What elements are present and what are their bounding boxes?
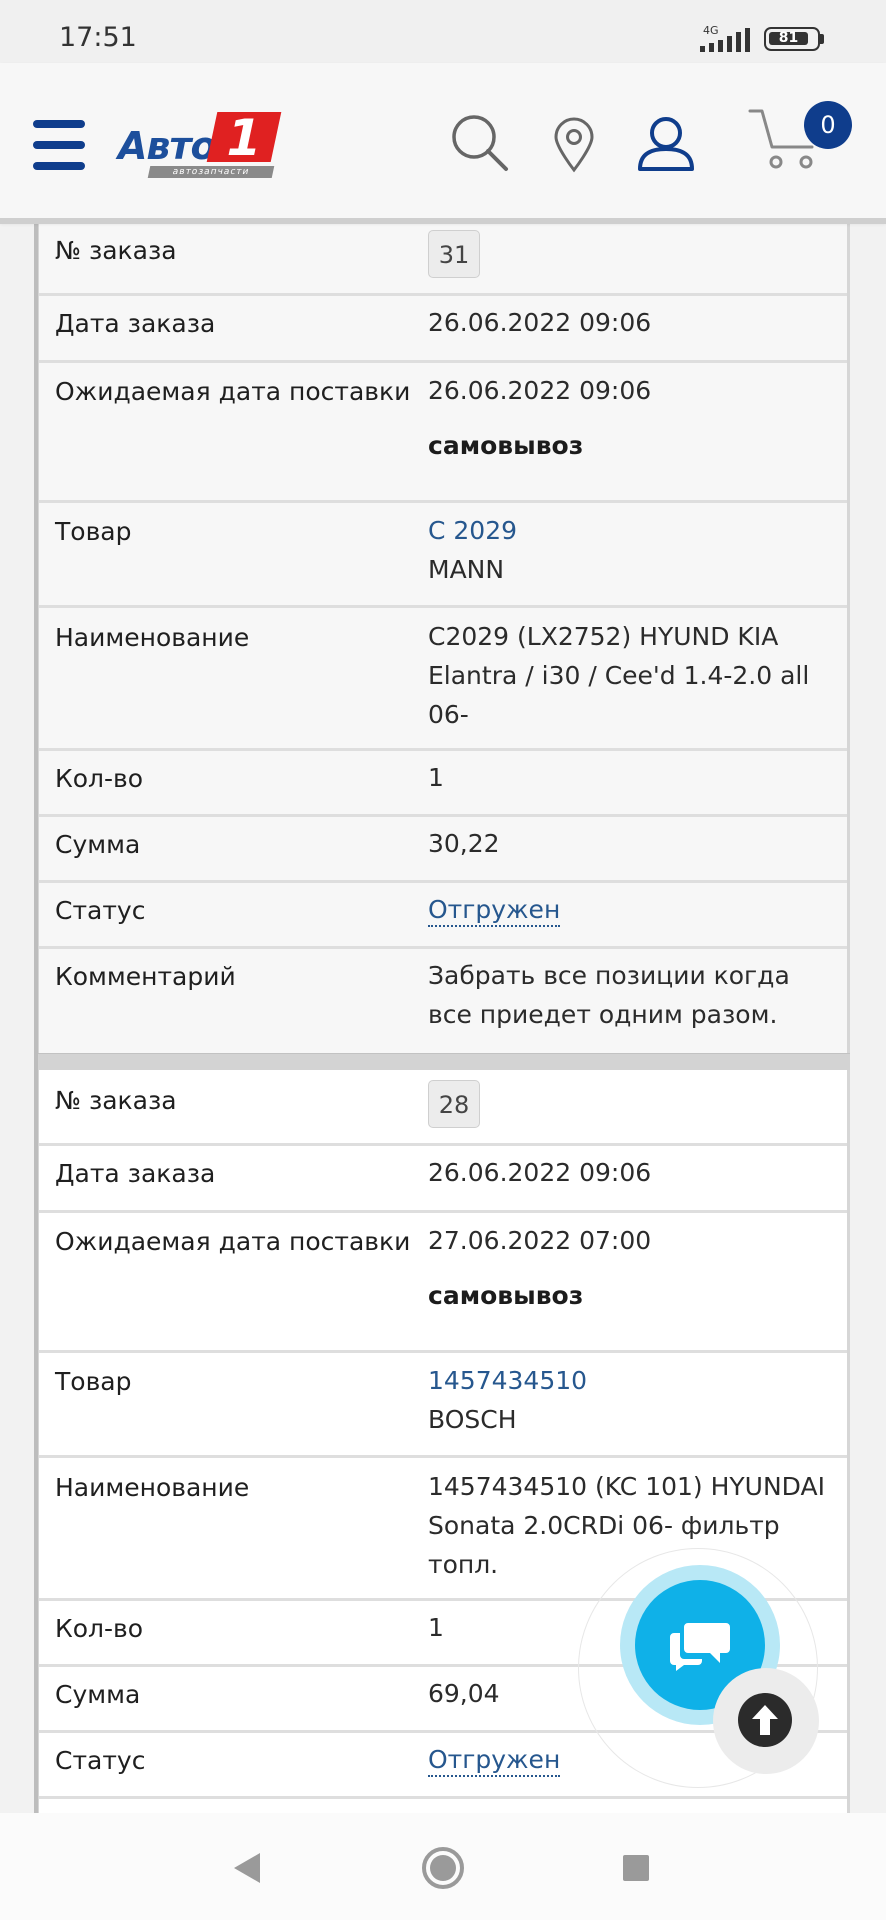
- menu-bar-icon: [33, 162, 85, 170]
- scroll-to-top-core: [738, 1693, 792, 1747]
- recent-apps-icon[interactable]: [621, 1853, 651, 1883]
- comment-row: Комментарий Забрать все позиции когда вс…: [39, 949, 847, 1053]
- product-name-cell: C2029 (LX2752) HYUND KIA Elantra / i30 /…: [428, 608, 847, 748]
- battery-level: 81: [769, 31, 808, 45]
- product-cell: C 2029 MANN: [428, 503, 847, 605]
- cart-count-badge[interactable]: 0: [804, 101, 852, 149]
- product-name-line: Elantra / i30 / Cee'd 1.4-2.0 all: [428, 661, 810, 690]
- order-number-badge: 31: [428, 230, 480, 278]
- user-icon[interactable]: [637, 115, 695, 173]
- back-icon[interactable]: [230, 1850, 264, 1886]
- logo-subtitle: автозапчасти: [147, 166, 275, 178]
- order-number-label: № заказа: [55, 1086, 177, 1115]
- product-label: Товар: [55, 1367, 132, 1396]
- comment-line: все приедет одним разом.: [428, 1000, 778, 1029]
- product-label: Товар: [55, 517, 132, 546]
- expected-date-row: Ожидаемая дата поставки 26.06.2022 09:06…: [39, 363, 847, 503]
- order-separator: [38, 1053, 850, 1070]
- order-date-value: 26.06.2022 09:06: [428, 308, 652, 337]
- signal-icon: [700, 28, 750, 52]
- status-label: Статус: [55, 896, 146, 925]
- sum-label: Сумма: [55, 1680, 141, 1709]
- product-name-line: 1457434510 (KC 101) HYUNDAI: [428, 1472, 825, 1501]
- logo-text: Авто: [118, 124, 217, 168]
- order-date-value: 26.06.2022 09:06: [428, 1158, 652, 1187]
- status-cell: Отгружен: [428, 883, 847, 946]
- status-time: 17:51: [59, 22, 137, 53]
- status-link[interactable]: Отгружен: [428, 1745, 561, 1777]
- quantity-label: Кол-во: [55, 1614, 144, 1643]
- quantity-label: Кол-во: [55, 764, 144, 793]
- scroll-to-top-button[interactable]: [713, 1668, 819, 1774]
- order-card: № заказа 31 Дата заказа 26.06.2022 09:06…: [38, 220, 850, 1053]
- expected-date-row: Ожидаемая дата поставки 27.06.2022 07:00…: [39, 1213, 847, 1353]
- delivery-method: самовывоз: [428, 1281, 584, 1310]
- menu-bar-icon: [33, 141, 85, 149]
- product-row: Товар C 2029 MANN: [39, 503, 847, 608]
- expected-date-value: 26.06.2022 09:06: [428, 376, 652, 405]
- sum-value: 30,22: [428, 829, 500, 858]
- product-name-line: 06-: [428, 700, 469, 729]
- product-brand: MANN: [428, 555, 505, 584]
- sum-row: Сумма 30,22: [39, 817, 847, 883]
- product-row: Товар 1457434510 BOSCH: [39, 1353, 847, 1458]
- expected-date-cell: 27.06.2022 07:00 самовывоз: [428, 1213, 847, 1350]
- logo-number: 1: [206, 109, 282, 167]
- menu-button[interactable]: [33, 120, 85, 170]
- order-date-row: Дата заказа 26.06.2022 09:06: [39, 1146, 847, 1213]
- location-icon[interactable]: [553, 117, 595, 173]
- product-code-link[interactable]: C 2029: [428, 511, 847, 550]
- order-number-row: № заказа 28: [39, 1070, 847, 1146]
- system-navigation-bar: [0, 1813, 886, 1920]
- comment-label: Комментарий: [55, 962, 236, 991]
- comment-line: Забрать все позиции когда: [428, 961, 790, 990]
- battery-tip: [820, 34, 824, 44]
- expected-date-value: 27.06.2022 07:00: [428, 1226, 652, 1255]
- order-date-label: Дата заказа: [55, 309, 216, 338]
- home-icon[interactable]: [421, 1846, 465, 1890]
- quantity-value: 1: [428, 763, 444, 792]
- order-date-row: Дата заказа 26.06.2022 09:06: [39, 296, 847, 363]
- status-label: Статус: [55, 1746, 146, 1775]
- header-divider: [0, 218, 886, 224]
- arrow-up-icon: [752, 1705, 778, 1735]
- product-name-line: C2029 (LX2752) HYUND KIA: [428, 622, 779, 651]
- order-number-badge: 28: [428, 1080, 480, 1128]
- quantity-row: Кол-во 1: [39, 751, 847, 817]
- product-brand: BOSCH: [428, 1405, 517, 1434]
- site-logo[interactable]: Авто 1 автозапчасти: [116, 108, 282, 180]
- status-link[interactable]: Отгружен: [428, 895, 561, 927]
- product-name-label: Наименование: [55, 623, 250, 652]
- product-code-link[interactable]: 1457434510: [428, 1361, 847, 1400]
- product-name-row: Наименование C2029 (LX2752) HYUND KIA El…: [39, 608, 847, 751]
- status-bar: 17:51 4G 81: [0, 0, 886, 63]
- expected-date-label: Ожидаемая дата поставки: [55, 377, 411, 406]
- expected-date-cell: 26.06.2022 09:06 самовывоз: [428, 363, 847, 500]
- order-number-cell: 28: [428, 1070, 847, 1143]
- expected-date-label: Ожидаемая дата поставки: [55, 1227, 411, 1256]
- sum-label: Сумма: [55, 830, 141, 859]
- product-name-line: Sonata 2.0CRDi 06- фильтр: [428, 1511, 780, 1540]
- delivery-method: самовывоз: [428, 431, 584, 460]
- order-date-label: Дата заказа: [55, 1159, 216, 1188]
- menu-bar-icon: [33, 120, 85, 128]
- search-icon[interactable]: [450, 113, 510, 173]
- product-name-label: Наименование: [55, 1473, 250, 1502]
- status-row: Статус Отгружен: [39, 883, 847, 949]
- next-row-partial: [39, 1799, 847, 1813]
- order-number-cell: 31: [428, 220, 847, 293]
- order-number-row: № заказа 31: [39, 220, 847, 296]
- chat-icon: [670, 1623, 730, 1671]
- product-cell: 1457434510 BOSCH: [428, 1353, 847, 1455]
- battery-icon: 81: [764, 27, 820, 51]
- order-number-label: № заказа: [55, 236, 177, 265]
- comment-cell: Забрать все позиции когда все приедет од…: [428, 949, 847, 1053]
